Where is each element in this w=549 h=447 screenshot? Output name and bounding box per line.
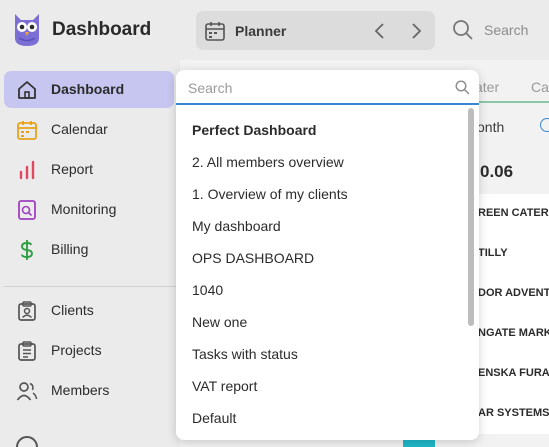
table-row[interactable]: DOR ADVENTU (478, 287, 549, 299)
sidebar-item-members[interactable]: Members (4, 372, 174, 409)
sidebar-item-projects[interactable]: Projects (4, 332, 174, 369)
sidebar-item-label: Monitoring (51, 201, 117, 217)
sidebar-divider (4, 286, 176, 287)
teal-indicator (403, 440, 435, 447)
sidebar-item-report[interactable]: Report (4, 151, 174, 188)
sidebar-item-label: Members (51, 382, 110, 398)
projects-icon (18, 341, 36, 361)
table-row[interactable]: REEN CATERI (478, 207, 549, 219)
planner-selector[interactable]: Planner (196, 11, 435, 50)
top-header: Dashboard Planner Search (0, 0, 549, 60)
table-row[interactable]: ENSKA FURA (478, 367, 549, 379)
sidebar-item-label: Projects (51, 342, 102, 358)
chevron-left-icon[interactable] (372, 21, 388, 41)
month-selector-text[interactable]: onth (477, 119, 504, 135)
dropdown-item[interactable]: Default (192, 410, 236, 426)
dropdown-item[interactable]: Perfect Dashboard (192, 122, 316, 138)
sidebar-item-label: Report (51, 161, 94, 177)
tabs-underline (470, 101, 549, 103)
dollar-icon (21, 240, 33, 260)
app-title: Dashboard (52, 19, 152, 40)
sidebar-item-label: Calendar (51, 121, 108, 137)
dropdown-item[interactable]: New one (192, 314, 247, 330)
home-icon (18, 81, 36, 99)
sidebar-item-monitoring[interactable]: Monitoring (4, 191, 174, 228)
sidebar-item-billing[interactable]: Billing (4, 231, 174, 268)
sidebar-item-label: Billing (51, 241, 89, 257)
chevron-right-icon[interactable] (408, 21, 424, 41)
dropdown-item[interactable]: 2. All members overview (192, 154, 344, 170)
dashboard-dropdown: Perfect Dashboard 2. All members overvie… (176, 70, 479, 440)
sidebar-item-clients[interactable]: Clients (4, 292, 174, 329)
global-search-label[interactable]: Search (484, 22, 528, 38)
search-icon (455, 80, 470, 95)
tab-ca[interactable]: Ca (531, 79, 549, 95)
dropdown-item[interactable]: OPS DASHBOARD (192, 250, 314, 266)
dropdown-item[interactable]: Tasks with status (192, 346, 298, 362)
calendar-icon (205, 22, 225, 41)
dropdown-item[interactable]: My dashboard (192, 218, 281, 234)
sidebar: Dashboard Calendar Report Monitoring Bil… (0, 60, 180, 447)
sidebar-item-label: Dashboard (51, 81, 125, 97)
monitoring-icon (18, 200, 36, 220)
sidebar-item-label: Clients (51, 302, 94, 318)
info-icon[interactable] (540, 118, 549, 132)
dropdown-search (176, 70, 479, 105)
owl-logo-icon (15, 14, 39, 46)
table-row[interactable]: AR SYSTEMS (478, 407, 549, 419)
bar-chart-icon (19, 160, 35, 180)
members-icon (16, 382, 38, 401)
table-row[interactable]: NGATE MARK (478, 327, 549, 339)
sidebar-item-dashboard[interactable]: Dashboard (4, 71, 174, 108)
calendar-icon (17, 121, 37, 140)
dropdown-item[interactable]: 1. Overview of my clients (192, 186, 348, 202)
sidebar-item-calendar[interactable]: Calendar (4, 111, 174, 148)
dropdown-scrollbar-thumb[interactable] (468, 108, 474, 326)
search-icon[interactable] (452, 19, 474, 41)
planner-label: Planner (235, 23, 287, 39)
table-row[interactable]: TILLY (478, 247, 508, 259)
dropdown-item[interactable]: 1040 (192, 282, 223, 298)
clipboard-icon (18, 301, 36, 321)
summary-value: 0.06 (480, 162, 514, 181)
dropdown-search-input[interactable] (188, 77, 448, 99)
dropdown-item[interactable]: VAT report (192, 378, 257, 394)
